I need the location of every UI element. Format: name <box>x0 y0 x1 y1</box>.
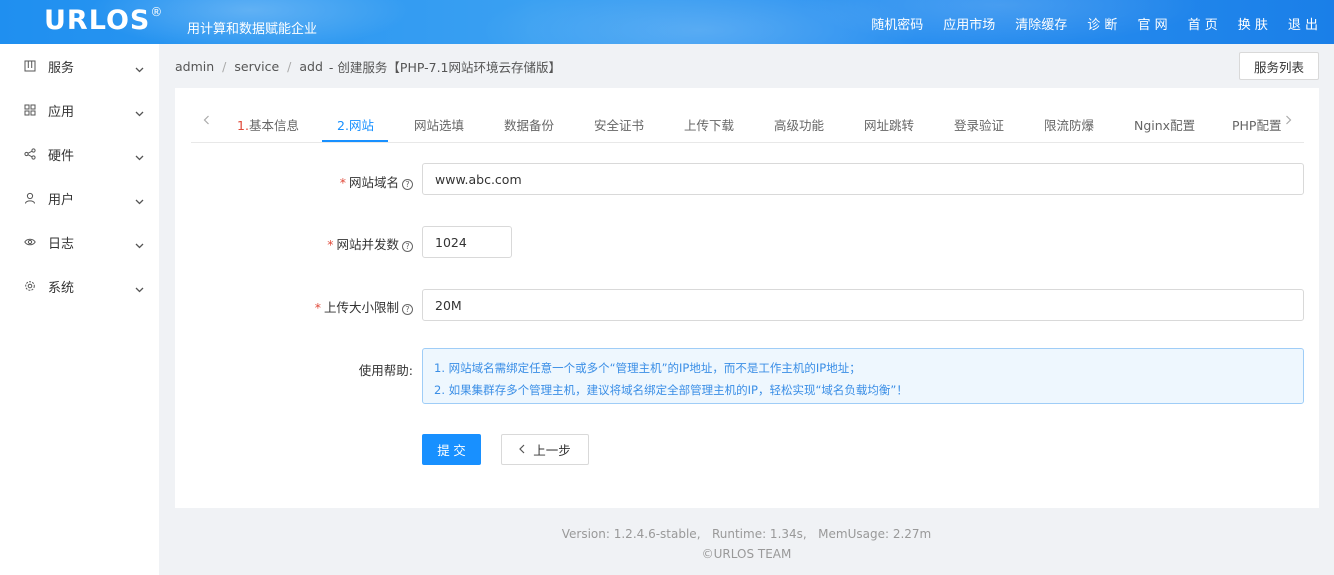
chevron-down-icon <box>135 106 144 117</box>
nav-skin[interactable]: 换 肤 <box>1238 14 1268 33</box>
question-circle-icon[interactable]: ? <box>402 241 413 252</box>
tab-website[interactable]: 2.网站 <box>337 115 374 134</box>
submit-button[interactable]: 提 交 <box>422 434 481 465</box>
tab-url-redirect[interactable]: 网址跳转 <box>864 115 914 134</box>
upload-limit-label: * 上传大小限制? <box>315 297 413 316</box>
sidebar-item-label: 日志 <box>48 236 75 252</box>
question-circle-icon[interactable]: ? <box>402 304 413 315</box>
sidebar-item-users[interactable]: 用户 <box>0 176 159 220</box>
footer-version: Version: 1.2.4.6-stable, Runtime: 1.34s,… <box>561 527 932 541</box>
help-line-2: 2. 如果集群存多个管理主机，建议将域名绑定全部管理主机的IP，轻松实现“域名负… <box>434 383 908 397</box>
tab-website-optional[interactable]: 网站选填 <box>414 115 464 134</box>
apps-icon <box>24 104 36 116</box>
sidebar-item-label: 用户 <box>48 192 75 208</box>
domain-input[interactable] <box>422 163 1304 195</box>
slogan: 用计算和数据赋能企业 <box>187 22 318 37</box>
help-label: 使用帮助: <box>358 363 413 378</box>
nav-clear-cache[interactable]: 清除缓存 <box>1015 14 1067 33</box>
nav-logout[interactable]: 退 出 <box>1288 14 1318 33</box>
tab-ssl-cert[interactable]: 安全证书 <box>594 115 644 134</box>
nav-official-site[interactable]: 官 网 <box>1137 14 1167 33</box>
main-panel: 1.基本信息 2.网站 网站选填 数据备份 安全证书 上传下载 高级功能 网址跳… <box>175 88 1319 508</box>
chevron-right-icon[interactable] <box>1285 114 1295 125</box>
sidebar-item-label: 系统 <box>48 280 75 296</box>
upload-limit-input[interactable] <box>422 289 1304 321</box>
chevron-down-icon <box>135 62 144 73</box>
tab-php-config[interactable]: PHP配置 <box>1232 115 1284 134</box>
nav-random-password[interactable]: 随机密码 <box>871 14 923 33</box>
breadcrumb-service[interactable]: service <box>234 59 279 74</box>
tab-advanced[interactable]: 高级功能 <box>774 115 824 134</box>
chevron-left-icon <box>519 442 525 457</box>
step-tabs: 1.基本信息 2.网站 网站选填 数据备份 安全证书 上传下载 高级功能 网址跳… <box>191 88 1304 143</box>
help-line-1: 1. 网站域名需绑定任意一个或多个“管理主机”的IP地址，而不是工作主机的IP地… <box>434 361 861 375</box>
active-tab-indicator <box>322 140 388 142</box>
tab-nginx-config[interactable]: Nginx配置 <box>1134 115 1195 134</box>
breadcrumb-separator: / <box>287 58 292 74</box>
sidebar-item-system[interactable]: 系统 <box>0 264 159 308</box>
tab-login-auth[interactable]: 登录验证 <box>954 115 1004 134</box>
page-title: - 创建服务【PHP-7.1网站环境云存储版】 <box>328 59 561 75</box>
concurrency-label: * 网站并发数? <box>327 234 413 253</box>
tab-data-backup[interactable]: 数据备份 <box>504 115 554 134</box>
help-info-box: 1. 网站域名需绑定任意一个或多个“管理主机”的IP地址，而不是工作主机的IP地… <box>422 348 1304 404</box>
footer-copyright: ©URLOS TEAM <box>701 547 792 561</box>
previous-step-label: 上一步 <box>533 443 571 458</box>
chevron-left-icon[interactable] <box>203 114 213 125</box>
service-list-button[interactable]: 服务列表 <box>1239 52 1319 80</box>
domain-label: * 网站域名? <box>340 172 413 191</box>
sidebar-item-label: 应用 <box>48 104 75 120</box>
sidebar-item-logs[interactable]: 日志 <box>0 220 159 264</box>
tab-rate-limit[interactable]: 限流防爆 <box>1044 115 1094 134</box>
tab-basic-info[interactable]: 1.基本信息 <box>237 115 299 134</box>
nav-app-market[interactable]: 应用市场 <box>943 14 995 33</box>
sidebar-item-hardware[interactable]: 硬件 <box>0 132 159 176</box>
concurrency-input[interactable] <box>422 226 512 258</box>
nav-home[interactable]: 首 页 <box>1188 14 1218 33</box>
chevron-down-icon <box>135 238 144 249</box>
eye-icon <box>24 236 36 248</box>
chevron-down-icon <box>135 282 144 293</box>
gear-icon <box>24 280 36 292</box>
share-nodes-icon <box>24 148 36 160</box>
top-header: URLOS® 用计算和数据赋能企业 随机密码 应用市场 清除缓存 诊 断 官 网… <box>0 0 1334 44</box>
top-nav: 随机密码 应用市场 清除缓存 诊 断 官 网 首 页 换 肤 退 出 <box>871 14 1318 33</box>
tab-upload-download[interactable]: 上传下载 <box>684 115 734 134</box>
grid-bars-icon <box>24 60 36 72</box>
question-circle-icon[interactable]: ? <box>402 179 413 190</box>
breadcrumb-separator: / <box>222 58 227 74</box>
user-icon <box>24 192 36 204</box>
sidebar-item-apps[interactable]: 应用 <box>0 88 159 132</box>
sidebar: 服务 应用 硬件 用户 日志 系统 <box>0 44 159 575</box>
breadcrumb: admin / service / add - 创建服务【PHP-7.1网站环境… <box>159 44 1334 88</box>
chevron-down-icon <box>135 194 144 205</box>
sidebar-item-service[interactable]: 服务 <box>0 44 159 88</box>
breadcrumb-admin[interactable]: admin <box>175 59 214 74</box>
footer: Version: 1.2.4.6-stable, Runtime: 1.34s,… <box>159 524 1334 564</box>
urlos-logo[interactable]: URLOS® <box>44 5 163 36</box>
breadcrumb-add: add <box>299 58 323 74</box>
previous-step-button[interactable]: 上一步 <box>501 434 589 465</box>
sidebar-item-label: 硬件 <box>48 148 75 164</box>
sidebar-item-label: 服务 <box>48 60 75 76</box>
nav-diagnose[interactable]: 诊 断 <box>1087 14 1117 33</box>
chevron-down-icon <box>135 150 144 161</box>
